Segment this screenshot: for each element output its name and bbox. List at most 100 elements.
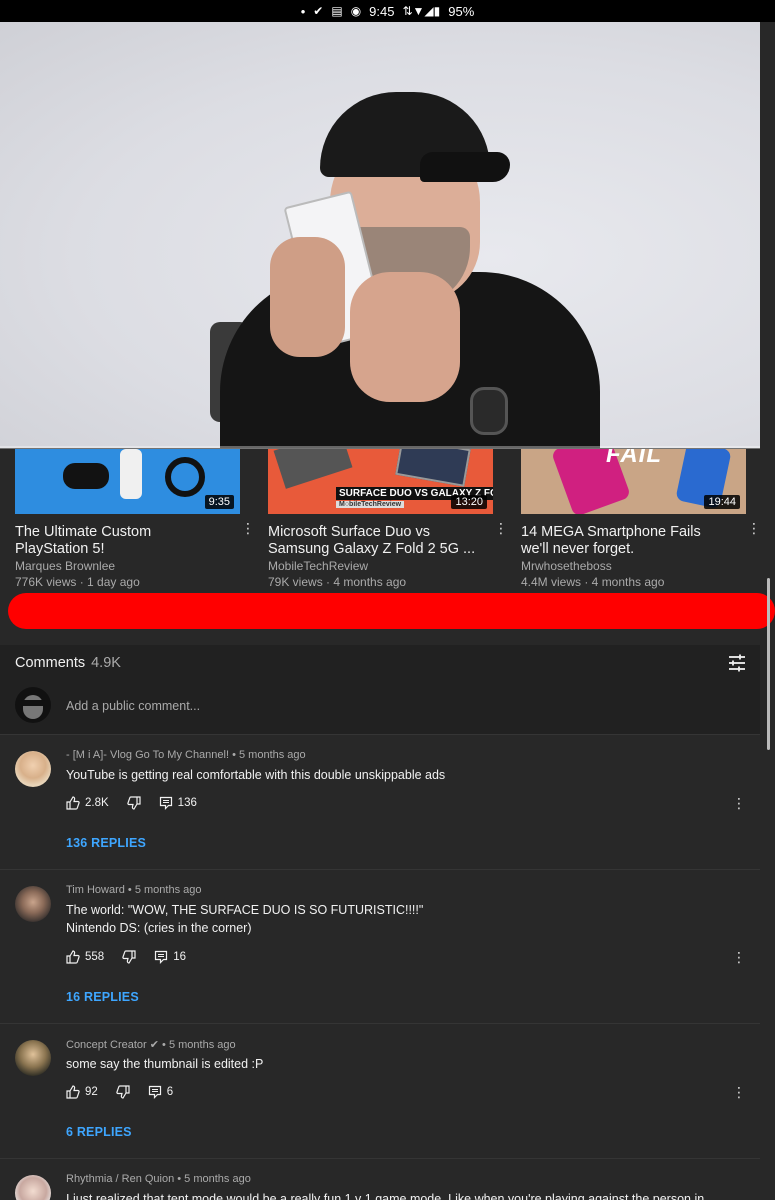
video-title[interactable]: The Ultimate Custom PlayStation 5! bbox=[15, 524, 225, 558]
comment-author-meta[interactable]: Rhythmia / Ren Quion • 5 months ago bbox=[66, 1173, 251, 1185]
controller-shape bbox=[63, 463, 109, 489]
thumbnail-subtext: M○bileTechReview bbox=[336, 501, 405, 508]
comment-author-meta[interactable]: Concept Creator ✔ • 5 months ago bbox=[66, 1038, 236, 1051]
video-title[interactable]: Microsoft Surface Duo vs Samsung Galaxy … bbox=[268, 524, 478, 558]
comment-thread: Rhythmia / Ren Quion • 5 months ago I ju… bbox=[0, 1158, 760, 1200]
comments-title: Comments 4.9K bbox=[15, 655, 121, 671]
battery-level: 95% bbox=[448, 3, 475, 19]
dislike-button[interactable] bbox=[116, 1085, 130, 1099]
comment-text: YouTube is getting real comfortable with… bbox=[66, 768, 446, 782]
wrist-watch bbox=[470, 387, 508, 435]
video-duration: 9:35 bbox=[204, 495, 234, 509]
thumb-up-icon bbox=[66, 950, 80, 964]
device-shape bbox=[395, 449, 471, 487]
dislike-button[interactable] bbox=[122, 950, 136, 964]
like-button[interactable]: 558 bbox=[66, 950, 104, 964]
reply-button[interactable]: 6 bbox=[148, 1085, 173, 1099]
comment-thread: - [M i A]- Vlog Go To My Channel! • 5 mo… bbox=[0, 734, 760, 869]
avatar bbox=[15, 687, 51, 723]
comments-count: 4.9K bbox=[91, 655, 121, 671]
headset-shape bbox=[165, 457, 205, 497]
comment-actions: 558 16 bbox=[66, 950, 204, 964]
like-button[interactable]: 2.8K bbox=[66, 796, 109, 810]
avatar[interactable] bbox=[15, 751, 51, 787]
video-player[interactable] bbox=[0, 22, 760, 448]
comment-author-meta[interactable]: Tim Howard • 5 months ago bbox=[66, 884, 202, 896]
related-video-card[interactable]: 9:35 The Ultimate Custom PlayStation 5! … bbox=[15, 449, 255, 590]
comment-actions: 2.8K 136 bbox=[66, 796, 215, 810]
comments-header: Comments 4.9K Add a public comment... bbox=[0, 645, 760, 735]
person-hand-right bbox=[350, 272, 460, 402]
view-replies-button[interactable]: 6 REPLIES bbox=[66, 1125, 132, 1139]
cap-brim bbox=[420, 152, 510, 182]
avatar[interactable] bbox=[15, 1175, 51, 1200]
reply-count: 6 bbox=[166, 1086, 174, 1098]
person-hand-left bbox=[270, 237, 345, 357]
comment-icon bbox=[148, 1085, 161, 1099]
status-time: 9:45 bbox=[369, 3, 395, 19]
thumbnail-text: FAIL bbox=[606, 449, 662, 468]
thumb-up-icon bbox=[66, 796, 80, 810]
video-meta: 4.4M views · 4 months ago bbox=[521, 575, 665, 589]
add-comment-row[interactable]: Add a public comment... bbox=[0, 687, 760, 733]
video-thumbnail[interactable]: 9:35 bbox=[15, 449, 240, 514]
more-vert-icon[interactable]: ⋮ bbox=[494, 520, 508, 537]
more-vert-icon[interactable]: ⋮ bbox=[732, 949, 746, 966]
reply-button[interactable]: 136 bbox=[159, 796, 197, 810]
video-channel: Marques Brownlee bbox=[15, 559, 116, 573]
add-comment-input[interactable]: Add a public comment... bbox=[66, 699, 200, 713]
thumb-down-icon bbox=[116, 1085, 130, 1099]
video-meta: 79K views · 4 months ago bbox=[268, 575, 407, 589]
more-vert-icon[interactable]: ⋮ bbox=[732, 795, 746, 812]
related-videos: 9:35 The Ultimate Custom PlayStation 5! … bbox=[0, 449, 761, 594]
related-video-card[interactable]: FAIL 19:44 14 MEGA Smartphone Fails we'l… bbox=[521, 449, 761, 590]
more-vert-icon[interactable]: ⋮ bbox=[732, 1084, 746, 1101]
video-title[interactable]: 14 MEGA Smartphone Fails we'll never for… bbox=[521, 524, 731, 558]
comment-author-meta[interactable]: - [M i A]- Vlog Go To My Channel! • 5 mo… bbox=[66, 749, 306, 761]
comment-text: I just realized that tent mode would be … bbox=[66, 1192, 705, 1200]
more-vert-icon[interactable]: ⋮ bbox=[241, 520, 255, 537]
video-duration: 19:44 bbox=[704, 495, 740, 509]
video-meta: 776K views · 1 day ago bbox=[15, 575, 140, 589]
reply-button[interactable]: 16 bbox=[154, 950, 186, 964]
comment-text: some say the thumbnail is edited :P bbox=[66, 1057, 264, 1071]
scrollbar-thumb[interactable] bbox=[767, 578, 770, 750]
dislike-button[interactable] bbox=[126, 796, 141, 810]
notification-dot: • bbox=[300, 3, 306, 19]
sort-filter-icon[interactable] bbox=[728, 654, 746, 672]
video-thumbnail[interactable]: FAIL 19:44 bbox=[521, 449, 746, 514]
thumb-down-icon bbox=[122, 950, 136, 964]
like-count: 92 bbox=[85, 1086, 98, 1098]
reply-count: 16 bbox=[173, 951, 186, 963]
comments-label: Comments bbox=[15, 655, 86, 671]
comment-icon bbox=[155, 950, 168, 964]
comment-actions: 92 6 bbox=[66, 1085, 191, 1099]
view-replies-button[interactable]: 16 REPLIES bbox=[66, 990, 139, 1004]
view-replies-button[interactable]: 136 REPLIES bbox=[66, 836, 146, 850]
check-icon: ✔ bbox=[313, 4, 324, 18]
like-count: 2.8K bbox=[85, 797, 109, 809]
avatar[interactable] bbox=[15, 886, 51, 922]
comment-thread: Tim Howard • 5 months ago The world: "WO… bbox=[0, 869, 760, 1023]
comment-thread: Concept Creator ✔ • 5 months ago some sa… bbox=[0, 1023, 760, 1158]
related-video-card[interactable]: SURFACE DUO VS GALAXY Z FOLD 2 M○bileTec… bbox=[268, 449, 508, 590]
video-channel: MobileTechReview bbox=[268, 559, 369, 573]
video-duration: 13:20 bbox=[451, 495, 487, 509]
thumb-down-icon bbox=[126, 796, 141, 810]
video-thumbnail[interactable]: SURFACE DUO VS GALAXY Z FOLD 2 M○bileTec… bbox=[268, 449, 493, 514]
like-count: 558 bbox=[85, 951, 105, 963]
comment-icon bbox=[159, 796, 172, 810]
record-icon: ◉ bbox=[350, 4, 362, 18]
status-bar: • ✔ ▤ ◉ 9:45 ⇅▼◢▮ 95% bbox=[0, 0, 775, 22]
device-shape bbox=[273, 449, 353, 489]
more-vert-icon[interactable]: ⋮ bbox=[747, 520, 761, 537]
console-shape bbox=[120, 449, 142, 499]
comment-text: The world: "WOW, THE SURFACE DUO IS SO F… bbox=[66, 903, 424, 917]
signal-icon: ⇅▼◢▮ bbox=[402, 4, 441, 18]
thumb-up-icon bbox=[66, 1085, 80, 1099]
reply-count: 136 bbox=[177, 797, 197, 809]
redaction-bar bbox=[8, 593, 775, 629]
like-button[interactable]: 92 bbox=[66, 1085, 98, 1099]
comment-text: Nintendo DS: (cries in the corner) bbox=[66, 921, 252, 935]
avatar[interactable] bbox=[15, 1040, 51, 1076]
